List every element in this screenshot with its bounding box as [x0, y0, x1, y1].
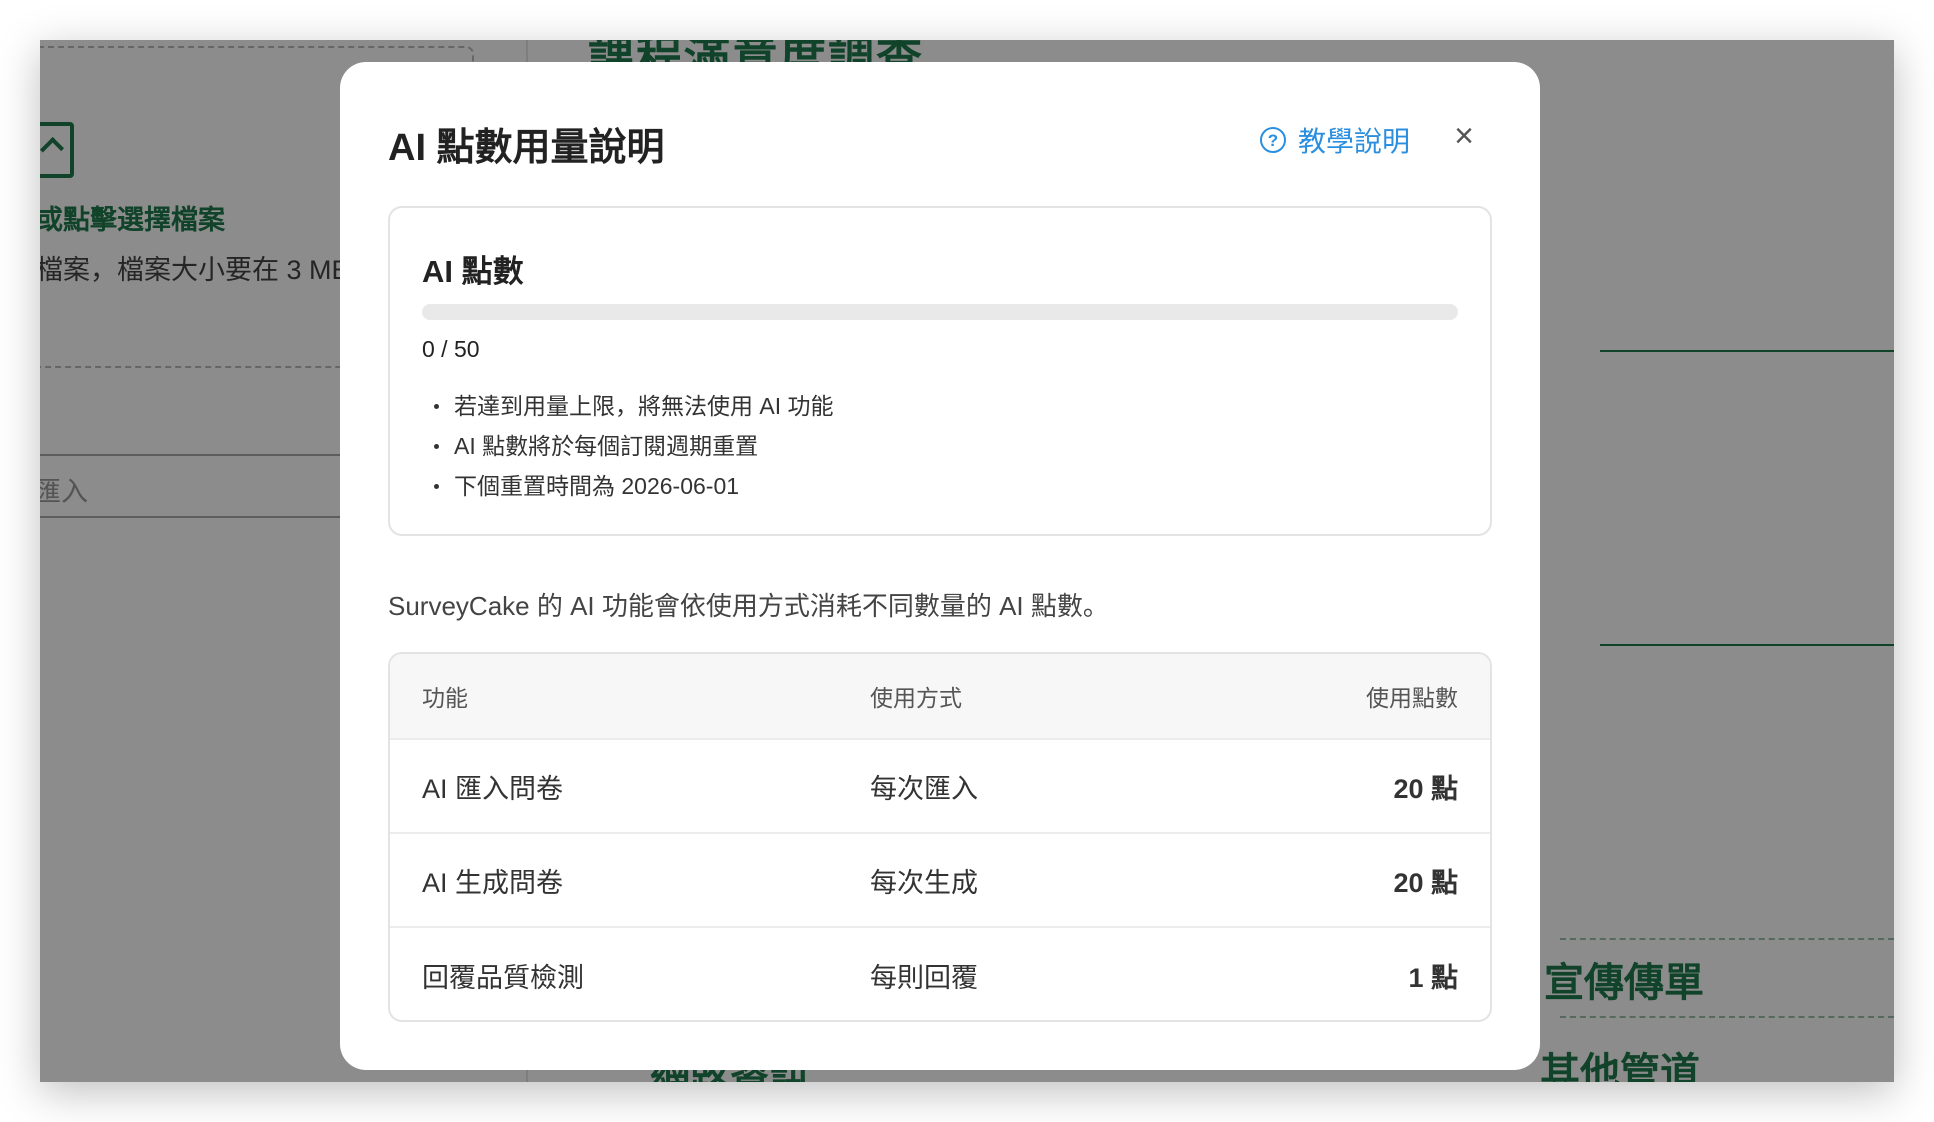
modal-title: AI 點數用量說明 [388, 127, 665, 169]
table-row: 回覆品質檢測 每則回覆 1 點 [390, 928, 1490, 1020]
close-button[interactable]: × [1444, 116, 1484, 156]
header-feature: 功能 [422, 685, 468, 711]
usage-cell: 每次生成 [870, 867, 978, 898]
header-points: 使用點數 [1366, 685, 1458, 711]
points-cell: 20 點 [1393, 867, 1458, 898]
feature-cell: AI 匯入問卷 [422, 773, 564, 804]
points-cell: 1 點 [1408, 962, 1458, 993]
note-item: 下個重置時間為 2026-06-01 [422, 466, 834, 506]
note-item: 若達到用量上限，將無法使用 AI 功能 [422, 386, 834, 426]
usage-table: 功能 使用方式 使用點數 AI 匯入問卷 每次匯入 20 點 AI 生成問卷 每… [388, 652, 1492, 1022]
tutorial-link-label: 教學說明 [1298, 126, 1411, 157]
points-cell: 20 點 [1393, 773, 1458, 804]
usage-cell: 每則回覆 [870, 962, 978, 993]
question-circle-icon: ? [1260, 127, 1286, 153]
header-usage: 使用方式 [870, 685, 962, 711]
points-count: 0 / 50 [422, 336, 480, 362]
feature-cell: 回覆品質檢測 [422, 962, 584, 993]
usage-cell: 每次匯入 [870, 773, 978, 804]
tutorial-link[interactable]: ? 教學說明 [1260, 120, 1410, 160]
points-progress-bar [422, 304, 1458, 320]
table-row: AI 生成問卷 每次生成 20 點 [390, 834, 1490, 928]
points-card-title: AI 點數 [422, 254, 524, 289]
feature-cell: AI 生成問卷 [422, 867, 564, 898]
table-header-row: 功能 使用方式 使用點數 [390, 654, 1490, 740]
note-item: AI 點數將於每個訂閱週期重置 [422, 426, 834, 466]
points-notes: 若達到用量上限，將無法使用 AI 功能 AI 點數將於每個訂閱週期重置 下個重置… [422, 386, 834, 506]
usage-description: SurveyCake 的 AI 功能會依使用方式消耗不同數量的 AI 點數。 [388, 591, 1109, 621]
ai-points-modal: AI 點數用量說明 ? 教學說明 × AI 點數 0 / 50 若達到用量上限，… [340, 62, 1540, 1070]
table-row: AI 匯入問卷 每次匯入 20 點 [390, 740, 1490, 834]
points-card: AI 點數 0 / 50 若達到用量上限，將無法使用 AI 功能 AI 點數將於… [388, 206, 1492, 536]
